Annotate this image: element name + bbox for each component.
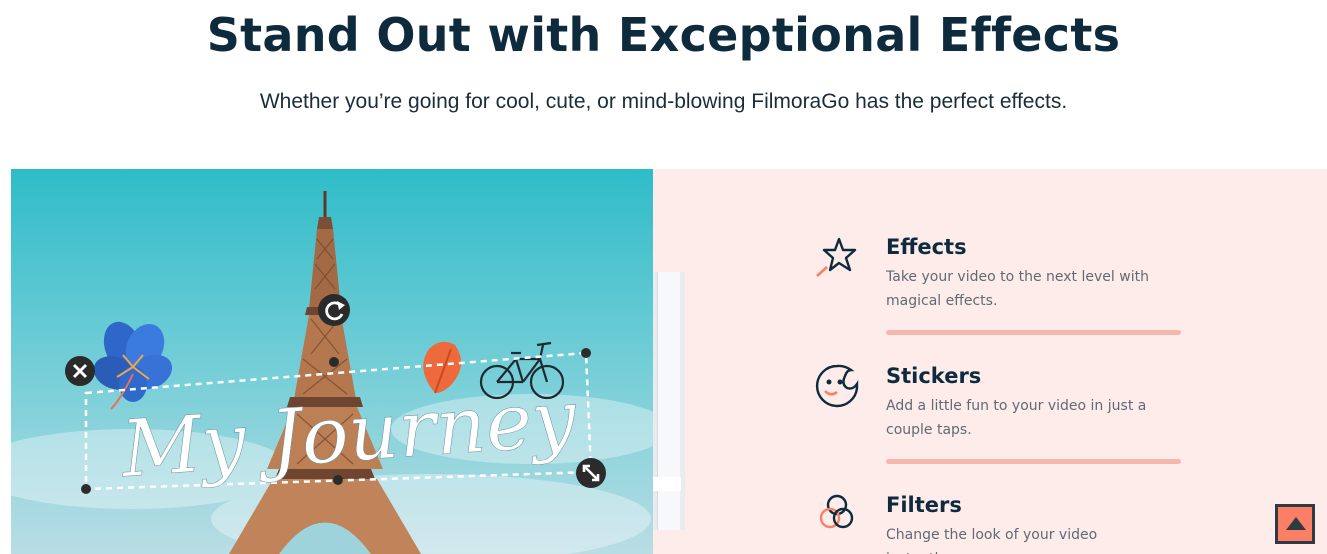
- star-wand-icon: [816, 237, 857, 277]
- page-subtitle: Whether you’re going for cool, cute, or …: [259, 90, 1068, 113]
- hero-image: My Journey: [11, 169, 653, 554]
- filter-circles-icon: [819, 494, 854, 529]
- page-title: Stand Out with Exceptional Effects: [206, 8, 1121, 62]
- sticker-face-icon: [815, 364, 859, 408]
- carousel-slide-edge: [653, 272, 685, 530]
- feature-description: Add a little fun to your video in just a…: [886, 398, 1147, 438]
- feature-title: Effects: [886, 235, 967, 259]
- close-icon[interactable]: [65, 356, 95, 386]
- feature-title: Stickers: [886, 364, 982, 388]
- feature-description: Change the look of your video instantly.: [886, 527, 1098, 554]
- rotate-icon[interactable]: [318, 294, 350, 326]
- feature-title: Filters: [886, 493, 962, 517]
- resize-icon[interactable]: [576, 458, 606, 488]
- feature-divider: [886, 459, 1181, 464]
- feature-divider: [886, 330, 1181, 335]
- feature-description: Take your video to the next level with ma…: [886, 269, 1149, 309]
- arrow-up-icon: [1286, 517, 1306, 530]
- features-panel: Effects Take your video to the next leve…: [653, 169, 1327, 554]
- back-to-top-button[interactable]: [1275, 504, 1315, 544]
